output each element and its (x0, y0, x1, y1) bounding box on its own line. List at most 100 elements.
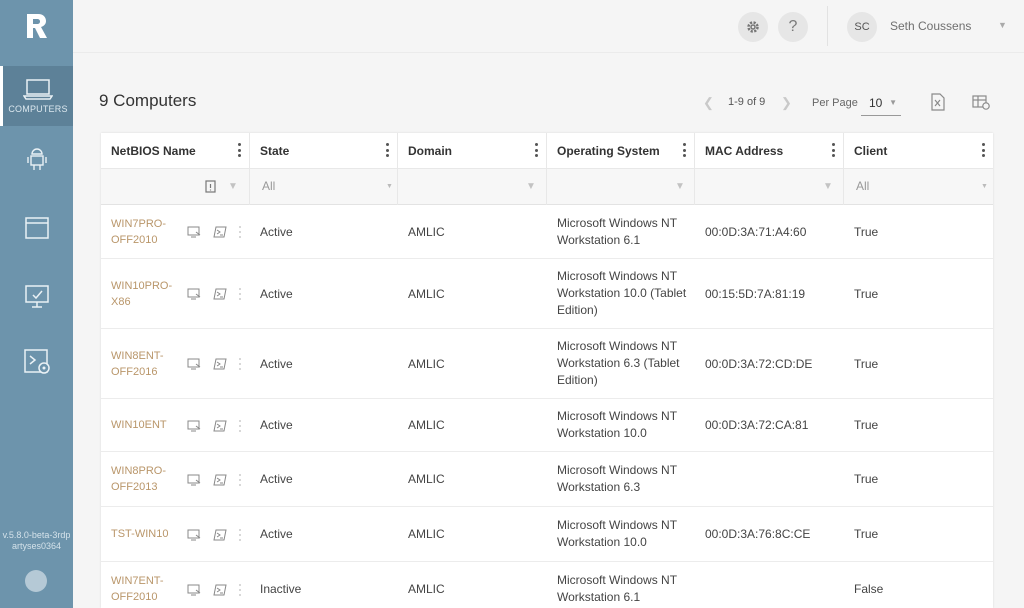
filter-row: ▼ All ▼ ▼ ▼ ▼ All ▼ (101, 169, 993, 205)
column-header-label: Operating System (557, 144, 660, 158)
nav-windows[interactable] (0, 216, 73, 246)
filter-icon[interactable]: ▼ (675, 181, 685, 192)
column-header-state[interactable]: State (250, 133, 398, 169)
remote-control-icon[interactable] (187, 226, 201, 238)
state-text: Active (260, 418, 293, 432)
computer-name-link[interactable]: WIN10ENT (111, 417, 177, 433)
chevron-right-icon[interactable]: ❯ (781, 95, 792, 111)
filter-icon[interactable]: ▼ (526, 181, 536, 192)
nav-computers[interactable]: COMPUTERS (0, 66, 73, 126)
computer-name-link[interactable]: WIN8PRO-OFF2013 (111, 463, 177, 495)
cell-domain: AMLIC (398, 507, 547, 561)
cell-domain: AMLIC (398, 259, 547, 328)
powershell-icon[interactable] (213, 584, 227, 596)
client-text: True (854, 286, 879, 301)
column-menu-icon[interactable] (831, 143, 835, 157)
table-row[interactable]: WIN8PRO-OFF2013 Active AMLIC Microsoft Wind… (101, 452, 993, 507)
help-button[interactable]: ? (778, 12, 808, 42)
remote-control-icon[interactable] (187, 584, 201, 596)
column-menu-icon[interactable] (385, 143, 389, 157)
filter-domain[interactable]: ▼ (398, 169, 547, 205)
mac-text: 00:0D:3A:71:A4:60 (705, 224, 807, 239)
computer-name-link[interactable]: WIN8ENT-OFF2016 (111, 348, 177, 380)
row-menu-icon[interactable] (238, 528, 241, 541)
column-header-netbios[interactable]: NetBIOS Name (101, 133, 250, 169)
cell-client: True (844, 259, 993, 328)
column-menu-icon[interactable] (534, 143, 538, 157)
per-page-select[interactable]: 10 ▼ (861, 91, 901, 116)
powershell-icon[interactable] (213, 420, 227, 432)
table-row[interactable]: WIN7PRO-OFF2010 Active AMLIC Microsoft Wind… (101, 205, 993, 259)
clipboard-filter-icon[interactable] (205, 180, 216, 193)
cell-mac (695, 452, 844, 506)
powershell-icon[interactable] (213, 474, 227, 486)
state-text: Inactive (260, 582, 302, 596)
filter-netbios[interactable]: ▼ (101, 169, 250, 205)
row-menu-icon[interactable] (238, 419, 241, 432)
cell-name: WIN10ENT (101, 399, 250, 451)
cell-mac (695, 562, 844, 608)
dropdown-caret-icon: ▼ (889, 98, 897, 107)
state-text: Active (260, 224, 293, 239)
window-icon (24, 217, 49, 239)
table-row[interactable]: TST-WIN10 Active AMLIC Microsoft Windows NT… (101, 507, 993, 562)
remote-control-icon[interactable] (187, 529, 201, 541)
computer-name-link[interactable]: WIN7PRO-OFF2010 (111, 216, 177, 248)
powershell-icon[interactable] (213, 226, 227, 238)
row-menu-icon[interactable] (238, 288, 241, 300)
user-name[interactable]: Seth Coussens (890, 19, 971, 33)
table-row[interactable]: WIN10ENT Active AMLIC Microsoft Windows NT … (101, 399, 993, 452)
cell-name: WIN8ENT-OFF2016 (101, 329, 250, 398)
remote-control-icon[interactable] (187, 420, 201, 432)
help-icon: ? (788, 18, 798, 35)
nav-users[interactable] (0, 146, 73, 176)
computer-name-link[interactable]: TST-WIN10 (111, 526, 177, 542)
column-header-os[interactable]: Operating System (547, 133, 695, 169)
filter-client[interactable]: All ▼ (844, 169, 993, 205)
column-menu-icon[interactable] (981, 143, 985, 157)
cell-os: Microsoft Windows NT Workstation 10.0 (T… (547, 259, 695, 328)
filter-icon[interactable]: ▼ (228, 181, 238, 192)
table-row[interactable]: WIN7ENT-OFF2010 Inactive AMLIC Microsoft Wi… (101, 562, 993, 608)
app-logo-icon[interactable] (24, 12, 50, 40)
column-header-mac[interactable]: MAC Address (695, 133, 844, 169)
avatar[interactable]: SC (847, 12, 877, 42)
filter-state[interactable]: All ▼ (250, 169, 398, 205)
row-menu-icon[interactable] (238, 226, 241, 238)
top-bar: ? SC Seth Coussens ▼ (73, 0, 1024, 53)
nav-scripts[interactable] (0, 348, 73, 378)
os-text: Microsoft Windows NT Workstation 10.0 (557, 409, 677, 440)
remote-control-icon[interactable] (187, 288, 201, 300)
column-header-label: Domain (408, 144, 453, 158)
cell-mac: 00:0D:3A:72:CD:DE (695, 329, 844, 398)
filter-os[interactable]: ▼ (547, 169, 695, 205)
column-header-client[interactable]: Client (844, 133, 993, 169)
chevron-down-icon[interactable]: ▼ (998, 20, 1007, 30)
column-menu-icon[interactable] (682, 143, 686, 157)
filter-mac[interactable]: ▼ (695, 169, 844, 205)
settings-button[interactable] (738, 12, 768, 42)
row-menu-icon[interactable] (238, 583, 241, 596)
sidebar: COMPUTERS v.5.8.0-beta-3rdpartyses0364 (0, 0, 73, 608)
column-header-domain[interactable]: Domain (398, 133, 547, 169)
column-settings-icon[interactable] (972, 93, 990, 111)
computer-name-link[interactable]: WIN10PRO-X86 (111, 278, 177, 310)
filter-icon[interactable]: ▼ (823, 181, 833, 192)
remote-control-icon[interactable] (187, 358, 201, 370)
computer-name-link[interactable]: WIN7ENT-OFF2010 (111, 573, 177, 605)
chevron-left-icon[interactable]: ❮ (703, 95, 714, 111)
powershell-icon[interactable] (213, 529, 227, 541)
table-row[interactable]: WIN8ENT-OFF2016 Active AMLIC Microsoft Wind… (101, 329, 993, 399)
table-row[interactable]: WIN10PRO-X86 Active AMLIC Microsoft Windows… (101, 259, 993, 329)
row-menu-icon[interactable] (238, 358, 241, 370)
powershell-icon[interactable] (213, 288, 227, 300)
powershell-icon[interactable] (213, 358, 227, 370)
row-menu-icon[interactable] (238, 473, 241, 486)
page-title: 9 Computers (99, 91, 197, 110)
column-menu-icon[interactable] (237, 143, 241, 157)
os-text: Microsoft Windows NT Workstation 6.3 (Ta… (557, 339, 680, 387)
nav-monitoring[interactable] (0, 284, 73, 314)
client-text: True (854, 527, 879, 541)
remote-control-icon[interactable] (187, 474, 201, 486)
excel-export-icon[interactable] (929, 93, 947, 111)
